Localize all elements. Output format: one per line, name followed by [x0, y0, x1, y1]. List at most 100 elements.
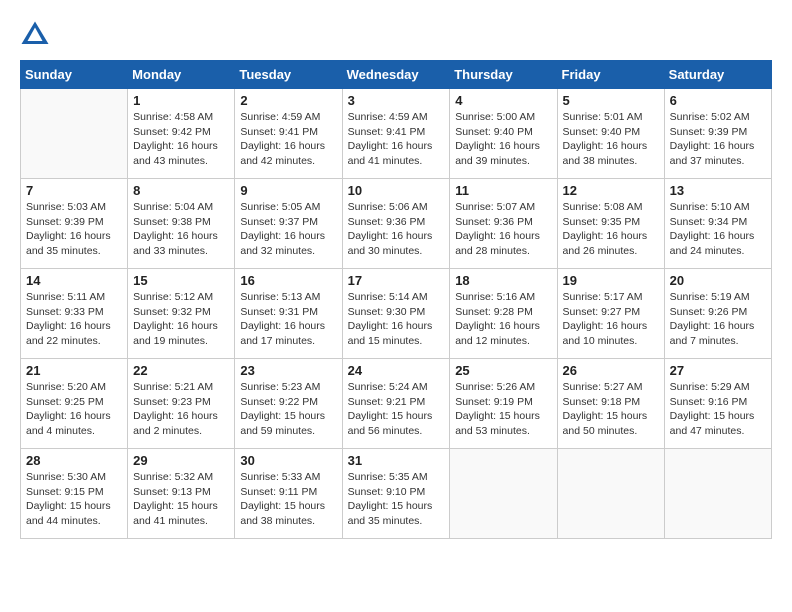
calendar-cell: 8Sunrise: 5:04 AM Sunset: 9:38 PM Daylig…: [128, 179, 235, 269]
day-info: Sunrise: 5:19 AM Sunset: 9:26 PM Dayligh…: [670, 290, 766, 349]
calendar-cell: 5 Sunrise: 5:01 AM Sunset: 9:40 PM Daylig…: [557, 89, 664, 179]
calendar-cell: 1 Sunrise: 4:58 AM Sunset: 9:42 PM Daylig…: [128, 89, 235, 179]
calendar-cell: 9 Sunrise: 5:05 AM Sunset: 9:37 PM Daylig…: [235, 179, 342, 269]
day-info: Sunrise: 4:58 AM Sunset: 9:42 PM Dayligh…: [133, 110, 229, 169]
day-info: Sunrise: 5:11 AM Sunset: 9:33 PM Dayligh…: [26, 290, 122, 349]
logo: [20, 20, 54, 50]
day-info: Sunrise: 5:04 AM Sunset: 9:38 PM Dayligh…: [133, 200, 229, 259]
day-number: 26: [563, 363, 659, 378]
day-info: Sunrise: 5:00 AM Sunset: 9:40 PM Dayligh…: [455, 110, 551, 169]
calendar-cell: 4 Sunrise: 5:00 AM Sunset: 9:40 PM Daylig…: [450, 89, 557, 179]
calendar-cell: 16 Sunrise: 5:13 AM Sunset: 9:31 PM Dayli…: [235, 269, 342, 359]
calendar-header-friday: Friday: [557, 61, 664, 89]
day-info: Sunrise: 5:27 AM Sunset: 9:18 PM Dayligh…: [563, 380, 659, 439]
day-number: 27: [670, 363, 766, 378]
day-info: Sunrise: 5:12 AM Sunset: 9:32 PM Dayligh…: [133, 290, 229, 349]
calendar-cell: [664, 449, 771, 539]
day-info: Sunrise: 5:32 AM Sunset: 9:13 PM Dayligh…: [133, 470, 229, 529]
day-info: Sunrise: 5:20 AM Sunset: 9:25 PM Dayligh…: [26, 380, 122, 439]
calendar-cell: 28Sunrise: 5:30 AM Sunset: 9:15 PM Dayli…: [21, 449, 128, 539]
logo-icon: [20, 20, 50, 50]
calendar-cell: 24 Sunrise: 5:24 AM Sunset: 9:21 PM Dayli…: [342, 359, 450, 449]
calendar-cell: 15Sunrise: 5:12 AM Sunset: 9:32 PM Dayli…: [128, 269, 235, 359]
day-info: Sunrise: 5:14 AM Sunset: 9:30 PM Dayligh…: [348, 290, 445, 349]
calendar-header-row: SundayMondayTuesdayWednesdayThursdayFrid…: [21, 61, 772, 89]
calendar-cell: 19 Sunrise: 5:17 AM Sunset: 9:27 PM Dayli…: [557, 269, 664, 359]
day-number: 31: [348, 453, 445, 468]
day-info: Sunrise: 5:02 AM Sunset: 9:39 PM Dayligh…: [670, 110, 766, 169]
calendar-week-5: 28Sunrise: 5:30 AM Sunset: 9:15 PM Dayli…: [21, 449, 772, 539]
calendar-cell: 3 Sunrise: 4:59 AM Sunset: 9:41 PM Daylig…: [342, 89, 450, 179]
day-number: 10: [348, 183, 445, 198]
calendar-cell: 26 Sunrise: 5:27 AM Sunset: 9:18 PM Dayli…: [557, 359, 664, 449]
day-number: 1: [133, 93, 229, 108]
calendar-cell: 29 Sunrise: 5:32 AM Sunset: 9:13 PM Dayli…: [128, 449, 235, 539]
calendar-header-thursday: Thursday: [450, 61, 557, 89]
day-number: 16: [240, 273, 336, 288]
calendar-week-1: 1 Sunrise: 4:58 AM Sunset: 9:42 PM Daylig…: [21, 89, 772, 179]
day-number: 29: [133, 453, 229, 468]
day-info: Sunrise: 5:21 AM Sunset: 9:23 PM Dayligh…: [133, 380, 229, 439]
day-info: Sunrise: 5:07 AM Sunset: 9:36 PM Dayligh…: [455, 200, 551, 259]
day-info: Sunrise: 5:08 AM Sunset: 9:35 PM Dayligh…: [563, 200, 659, 259]
day-number: 25: [455, 363, 551, 378]
day-number: 12: [563, 183, 659, 198]
day-number: 11: [455, 183, 551, 198]
day-info: Sunrise: 5:29 AM Sunset: 9:16 PM Dayligh…: [670, 380, 766, 439]
day-number: 14: [26, 273, 122, 288]
day-info: Sunrise: 5:10 AM Sunset: 9:34 PM Dayligh…: [670, 200, 766, 259]
day-info: Sunrise: 4:59 AM Sunset: 9:41 PM Dayligh…: [240, 110, 336, 169]
calendar-cell: 17 Sunrise: 5:14 AM Sunset: 9:30 PM Dayli…: [342, 269, 450, 359]
day-info: Sunrise: 5:01 AM Sunset: 9:40 PM Dayligh…: [563, 110, 659, 169]
day-info: Sunrise: 5:30 AM Sunset: 9:15 PM Dayligh…: [26, 470, 122, 529]
calendar-cell: 14 Sunrise: 5:11 AM Sunset: 9:33 PM Dayli…: [21, 269, 128, 359]
calendar-header-wednesday: Wednesday: [342, 61, 450, 89]
day-number: 2: [240, 93, 336, 108]
calendar-cell: 10 Sunrise: 5:06 AM Sunset: 9:36 PM Dayli…: [342, 179, 450, 269]
day-number: 19: [563, 273, 659, 288]
calendar-cell: 25 Sunrise: 5:26 AM Sunset: 9:19 PM Dayli…: [450, 359, 557, 449]
calendar-week-4: 21 Sunrise: 5:20 AM Sunset: 9:25 PM Dayli…: [21, 359, 772, 449]
calendar-cell: 11 Sunrise: 5:07 AM Sunset: 9:36 PM Dayli…: [450, 179, 557, 269]
calendar-cell: 20 Sunrise: 5:19 AM Sunset: 9:26 PM Dayli…: [664, 269, 771, 359]
day-number: 20: [670, 273, 766, 288]
calendar-header-sunday: Sunday: [21, 61, 128, 89]
calendar-header-monday: Monday: [128, 61, 235, 89]
day-number: 22: [133, 363, 229, 378]
calendar-cell: 21 Sunrise: 5:20 AM Sunset: 9:25 PM Dayli…: [21, 359, 128, 449]
day-info: Sunrise: 5:23 AM Sunset: 9:22 PM Dayligh…: [240, 380, 336, 439]
day-info: Sunrise: 5:17 AM Sunset: 9:27 PM Dayligh…: [563, 290, 659, 349]
day-info: Sunrise: 5:03 AM Sunset: 9:39 PM Dayligh…: [26, 200, 122, 259]
day-info: Sunrise: 5:13 AM Sunset: 9:31 PM Dayligh…: [240, 290, 336, 349]
calendar-cell: 30 Sunrise: 5:33 AM Sunset: 9:11 PM Dayli…: [235, 449, 342, 539]
day-number: 4: [455, 93, 551, 108]
calendar-cell: [450, 449, 557, 539]
day-number: 9: [240, 183, 336, 198]
day-number: 24: [348, 363, 445, 378]
page-header: [20, 20, 772, 50]
day-info: Sunrise: 5:33 AM Sunset: 9:11 PM Dayligh…: [240, 470, 336, 529]
calendar-cell: 2 Sunrise: 4:59 AM Sunset: 9:41 PM Daylig…: [235, 89, 342, 179]
day-number: 17: [348, 273, 445, 288]
day-info: Sunrise: 5:16 AM Sunset: 9:28 PM Dayligh…: [455, 290, 551, 349]
day-number: 21: [26, 363, 122, 378]
calendar-cell: [21, 89, 128, 179]
day-number: 7: [26, 183, 122, 198]
day-number: 18: [455, 273, 551, 288]
day-number: 5: [563, 93, 659, 108]
day-number: 6: [670, 93, 766, 108]
calendar-header-saturday: Saturday: [664, 61, 771, 89]
day-info: Sunrise: 5:24 AM Sunset: 9:21 PM Dayligh…: [348, 380, 445, 439]
day-info: Sunrise: 5:05 AM Sunset: 9:37 PM Dayligh…: [240, 200, 336, 259]
calendar-cell: 31Sunrise: 5:35 AM Sunset: 9:10 PM Dayli…: [342, 449, 450, 539]
day-number: 3: [348, 93, 445, 108]
day-info: Sunrise: 5:06 AM Sunset: 9:36 PM Dayligh…: [348, 200, 445, 259]
day-info: Sunrise: 5:26 AM Sunset: 9:19 PM Dayligh…: [455, 380, 551, 439]
day-info: Sunrise: 4:59 AM Sunset: 9:41 PM Dayligh…: [348, 110, 445, 169]
calendar-cell: 6 Sunrise: 5:02 AM Sunset: 9:39 PM Daylig…: [664, 89, 771, 179]
calendar-cell: 7 Sunrise: 5:03 AM Sunset: 9:39 PM Daylig…: [21, 179, 128, 269]
day-number: 23: [240, 363, 336, 378]
day-number: 30: [240, 453, 336, 468]
calendar-week-3: 14 Sunrise: 5:11 AM Sunset: 9:33 PM Dayli…: [21, 269, 772, 359]
calendar-cell: 22 Sunrise: 5:21 AM Sunset: 9:23 PM Dayli…: [128, 359, 235, 449]
